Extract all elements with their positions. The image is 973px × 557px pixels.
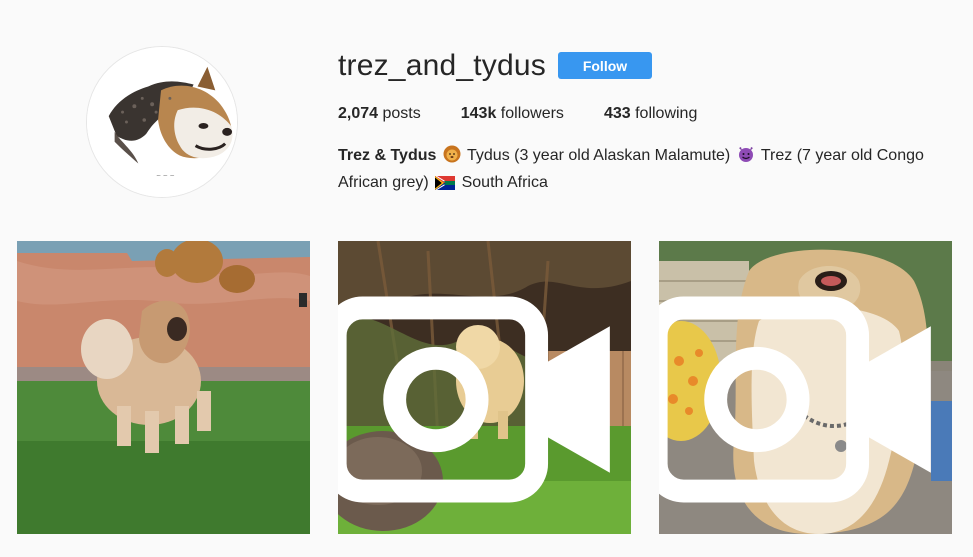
stat-posts: 2,074 posts xyxy=(338,104,421,124)
smiling-imp-icon xyxy=(737,145,755,171)
video-camera-icon xyxy=(659,296,931,503)
profile-username: trez_and_tydus xyxy=(338,49,546,82)
following-count: 433 xyxy=(603,105,631,122)
profile-avatar[interactable]: ~ ~ ~ xyxy=(86,46,238,198)
post-tile-3[interactable] xyxy=(659,241,952,534)
video-camera-icon xyxy=(338,296,610,503)
followers-count: 143k xyxy=(460,105,497,122)
posts-count: 2,074 xyxy=(338,105,379,122)
profile-stats: 2,074 posts 143k followers 433 following xyxy=(338,104,737,124)
malamute-avatar-icon: ~ ~ ~ xyxy=(87,47,237,197)
bio-text-location: South Africa xyxy=(461,174,548,191)
followers-label: followers xyxy=(500,105,564,122)
follow-button[interactable]: Follow xyxy=(558,52,652,79)
dog-jumping-photo xyxy=(17,241,310,534)
stat-followers[interactable]: 143k followers xyxy=(461,104,564,124)
south-africa-flag-icon xyxy=(435,174,456,198)
post-tile-1[interactable] xyxy=(17,241,310,534)
following-label: following xyxy=(635,105,698,122)
profile-bio: Trez & Tydus Tydus (3 year old Alaskan M… xyxy=(338,144,938,198)
bio-text-tydus: Tydus (3 year old Alaskan Malamute) xyxy=(467,147,731,164)
stat-following[interactable]: 433 following xyxy=(604,104,697,124)
posts-label: posts xyxy=(382,105,421,122)
bio-name: Trez & Tydus xyxy=(338,147,437,164)
svg-text:~ ~ ~: ~ ~ ~ xyxy=(156,173,175,179)
post-tile-2[interactable] xyxy=(338,241,631,534)
lion-face-icon xyxy=(443,145,461,171)
